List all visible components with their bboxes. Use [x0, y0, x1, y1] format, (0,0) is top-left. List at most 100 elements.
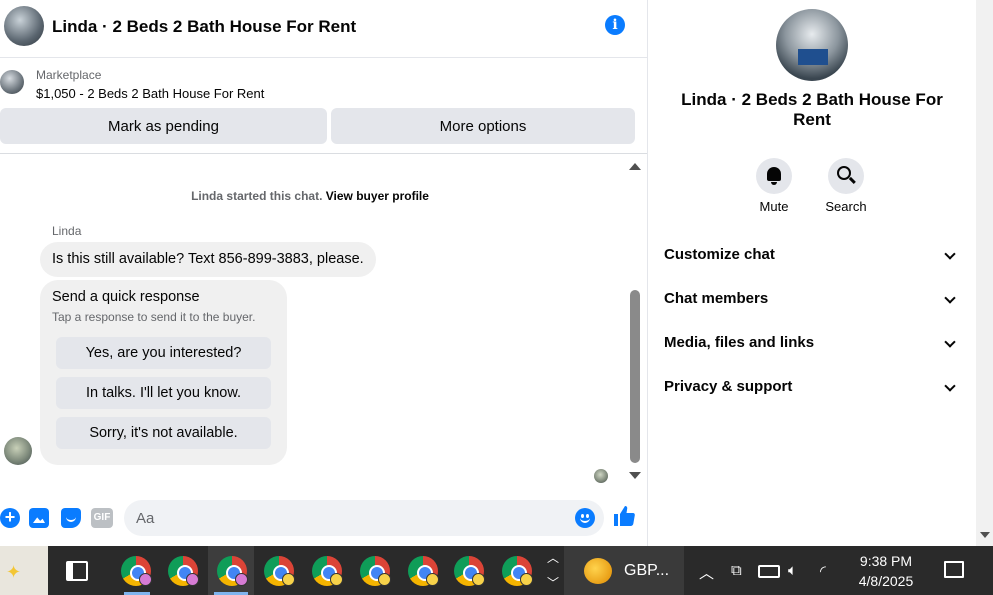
conversation-avatar[interactable] — [4, 6, 44, 46]
chat-title[interactable]: Linda · 2 Beds 2 Bath House For Rent — [52, 17, 356, 37]
messenger-app: Linda · 2 Beds 2 Bath House For Rent i M… — [0, 0, 993, 546]
chevron-down-icon — [944, 248, 956, 260]
taskbar-chrome-profile[interactable] — [262, 546, 300, 595]
mute-button[interactable] — [756, 158, 792, 194]
taskbar-chrome-profile[interactable] — [452, 546, 490, 595]
message-bubble[interactable]: Is this still available? Text 856-899-38… — [40, 242, 376, 277]
currency-widget[interactable]: GBP... — [564, 546, 684, 595]
section-customize-chat[interactable]: Customize chat — [664, 246, 964, 276]
quick-response-card: Send a quick response Tap a response to … — [40, 280, 287, 465]
chrome-icon — [121, 556, 152, 586]
meet-now-icon[interactable]: ⧉ — [731, 562, 742, 579]
profile-badge-icon — [139, 573, 152, 586]
listing-thumbnail — [0, 70, 24, 94]
conversation-info-panel: Linda · 2 Beds 2 Bath House For Rent Mut… — [648, 0, 976, 546]
coins-icon — [584, 558, 612, 584]
plus-icon[interactable]: + — [0, 508, 20, 528]
chevron-up-icon[interactable]: ︿ — [547, 549, 559, 566]
search-icon — [837, 166, 851, 180]
show-hidden-icons-icon[interactable]: ︿ — [699, 562, 714, 583]
scroll-down-arrow-icon[interactable] — [629, 472, 641, 479]
chrome-icon — [360, 556, 391, 586]
message-input-wrapper — [124, 500, 604, 536]
message-scrollbar[interactable] — [628, 160, 642, 485]
currency-label: GBP... — [624, 562, 670, 579]
mute-label: Mute — [759, 199, 789, 214]
search-label: Search — [825, 199, 867, 214]
window-scrollbar[interactable] — [976, 0, 993, 546]
section-privacy-support[interactable]: Privacy & support — [664, 378, 964, 408]
message-input[interactable] — [136, 500, 566, 536]
listing-title: $1,050 - 2 Beds 2 Bath House For Rent — [36, 86, 265, 101]
widgets-button[interactable]: ✦ — [0, 546, 48, 595]
taskbar-chrome-profile[interactable] — [310, 546, 348, 595]
scroll-thumb[interactable] — [630, 290, 640, 463]
taskbar-chrome-profile[interactable] — [406, 546, 444, 595]
chat-header: Linda · 2 Beds 2 Bath House For Rent i — [0, 0, 647, 58]
chrome-icon — [312, 556, 343, 586]
taskbar-chrome-profile[interactable] — [358, 546, 396, 595]
system-clock[interactable]: 9:38 PM 4/8/2025 — [850, 551, 922, 591]
view-buyer-profile-link[interactable]: View buyer profile — [326, 189, 429, 203]
chrome-icon — [454, 556, 485, 586]
profile-badge-icon — [186, 573, 199, 586]
section-label: Privacy & support — [664, 378, 793, 395]
scroll-down-arrow-icon[interactable] — [980, 532, 990, 538]
speaker-icon[interactable]: 🔈︎ — [788, 562, 797, 579]
chat-started-notice: Linda started this chat. View buyer prof… — [0, 189, 620, 203]
profile-badge-icon — [520, 573, 533, 586]
mark-as-pending-button[interactable]: Mark as pending — [0, 108, 327, 144]
quick-reply-button[interactable]: In talks. I'll let you know. — [56, 377, 271, 409]
chevron-down-icon[interactable]: ﹀ — [547, 574, 559, 591]
search-button[interactable] — [828, 158, 864, 194]
taskbar-chrome-profile[interactable] — [166, 546, 204, 595]
more-options-button[interactable]: More options — [331, 108, 635, 144]
sender-avatar — [4, 437, 32, 465]
profile-badge-icon — [330, 573, 343, 586]
photo-icon[interactable] — [29, 508, 49, 528]
taskbar-chrome-profile[interactable] — [500, 546, 538, 595]
taskbar-overflow-arrows[interactable]: ︿ ﹀ — [545, 546, 561, 595]
battery-icon[interactable] — [758, 565, 780, 578]
message-composer: + GIF — [0, 498, 647, 538]
sticker-icon[interactable] — [61, 508, 81, 528]
quick-reply-button[interactable]: Sorry, it's not available. — [56, 417, 271, 449]
taskbar-chrome-profile[interactable] — [118, 546, 156, 595]
chevron-down-icon — [944, 336, 956, 348]
taskbar-chrome-active[interactable] — [208, 546, 254, 595]
section-label: Media, files and links — [664, 334, 815, 351]
thumbs-up-icon[interactable] — [612, 504, 636, 528]
chevron-down-icon — [944, 292, 956, 304]
section-media-files-links[interactable]: Media, files and links — [664, 334, 964, 364]
conversation-avatar-large — [776, 9, 848, 81]
profile-badge-icon — [235, 573, 248, 586]
profile-badge-icon — [378, 573, 391, 586]
chrome-icon — [217, 556, 248, 586]
quick-response-title: Send a quick response — [52, 289, 200, 305]
chrome-icon — [264, 556, 295, 586]
profile-badge-icon — [282, 573, 295, 586]
info-icon[interactable]: i — [605, 15, 625, 35]
clock-date: 4/8/2025 — [858, 573, 914, 589]
clock-time: 9:38 PM — [859, 553, 913, 569]
gif-icon[interactable]: GIF — [91, 508, 113, 528]
chrome-icon — [502, 556, 533, 586]
chrome-icon — [408, 556, 439, 586]
task-view-icon[interactable] — [66, 561, 88, 581]
emoji-icon[interactable] — [575, 508, 595, 528]
notification-center-icon[interactable] — [944, 561, 964, 578]
section-chat-members[interactable]: Chat members — [664, 290, 964, 320]
scroll-up-arrow-icon[interactable] — [629, 163, 641, 170]
quick-response-subtitle: Tap a response to send it to the buyer. — [52, 310, 256, 324]
chat-started-text: Linda started this chat. — [191, 189, 323, 203]
marketplace-listing[interactable]: Marketplace $1,050 - 2 Beds 2 Bath House… — [0, 66, 647, 106]
chat-pane: Linda · 2 Beds 2 Bath House For Rent i M… — [0, 0, 648, 546]
marketplace-label: Marketplace — [36, 68, 102, 82]
divider — [0, 153, 647, 154]
bell-icon — [767, 167, 781, 185]
sparkle-icon: ✦ — [6, 562, 22, 582]
section-label: Chat members — [664, 290, 769, 307]
wifi-icon[interactable]: ◜ — [820, 562, 826, 580]
quick-reply-button[interactable]: Yes, are you interested? — [56, 337, 271, 369]
profile-badge-icon — [472, 573, 485, 586]
